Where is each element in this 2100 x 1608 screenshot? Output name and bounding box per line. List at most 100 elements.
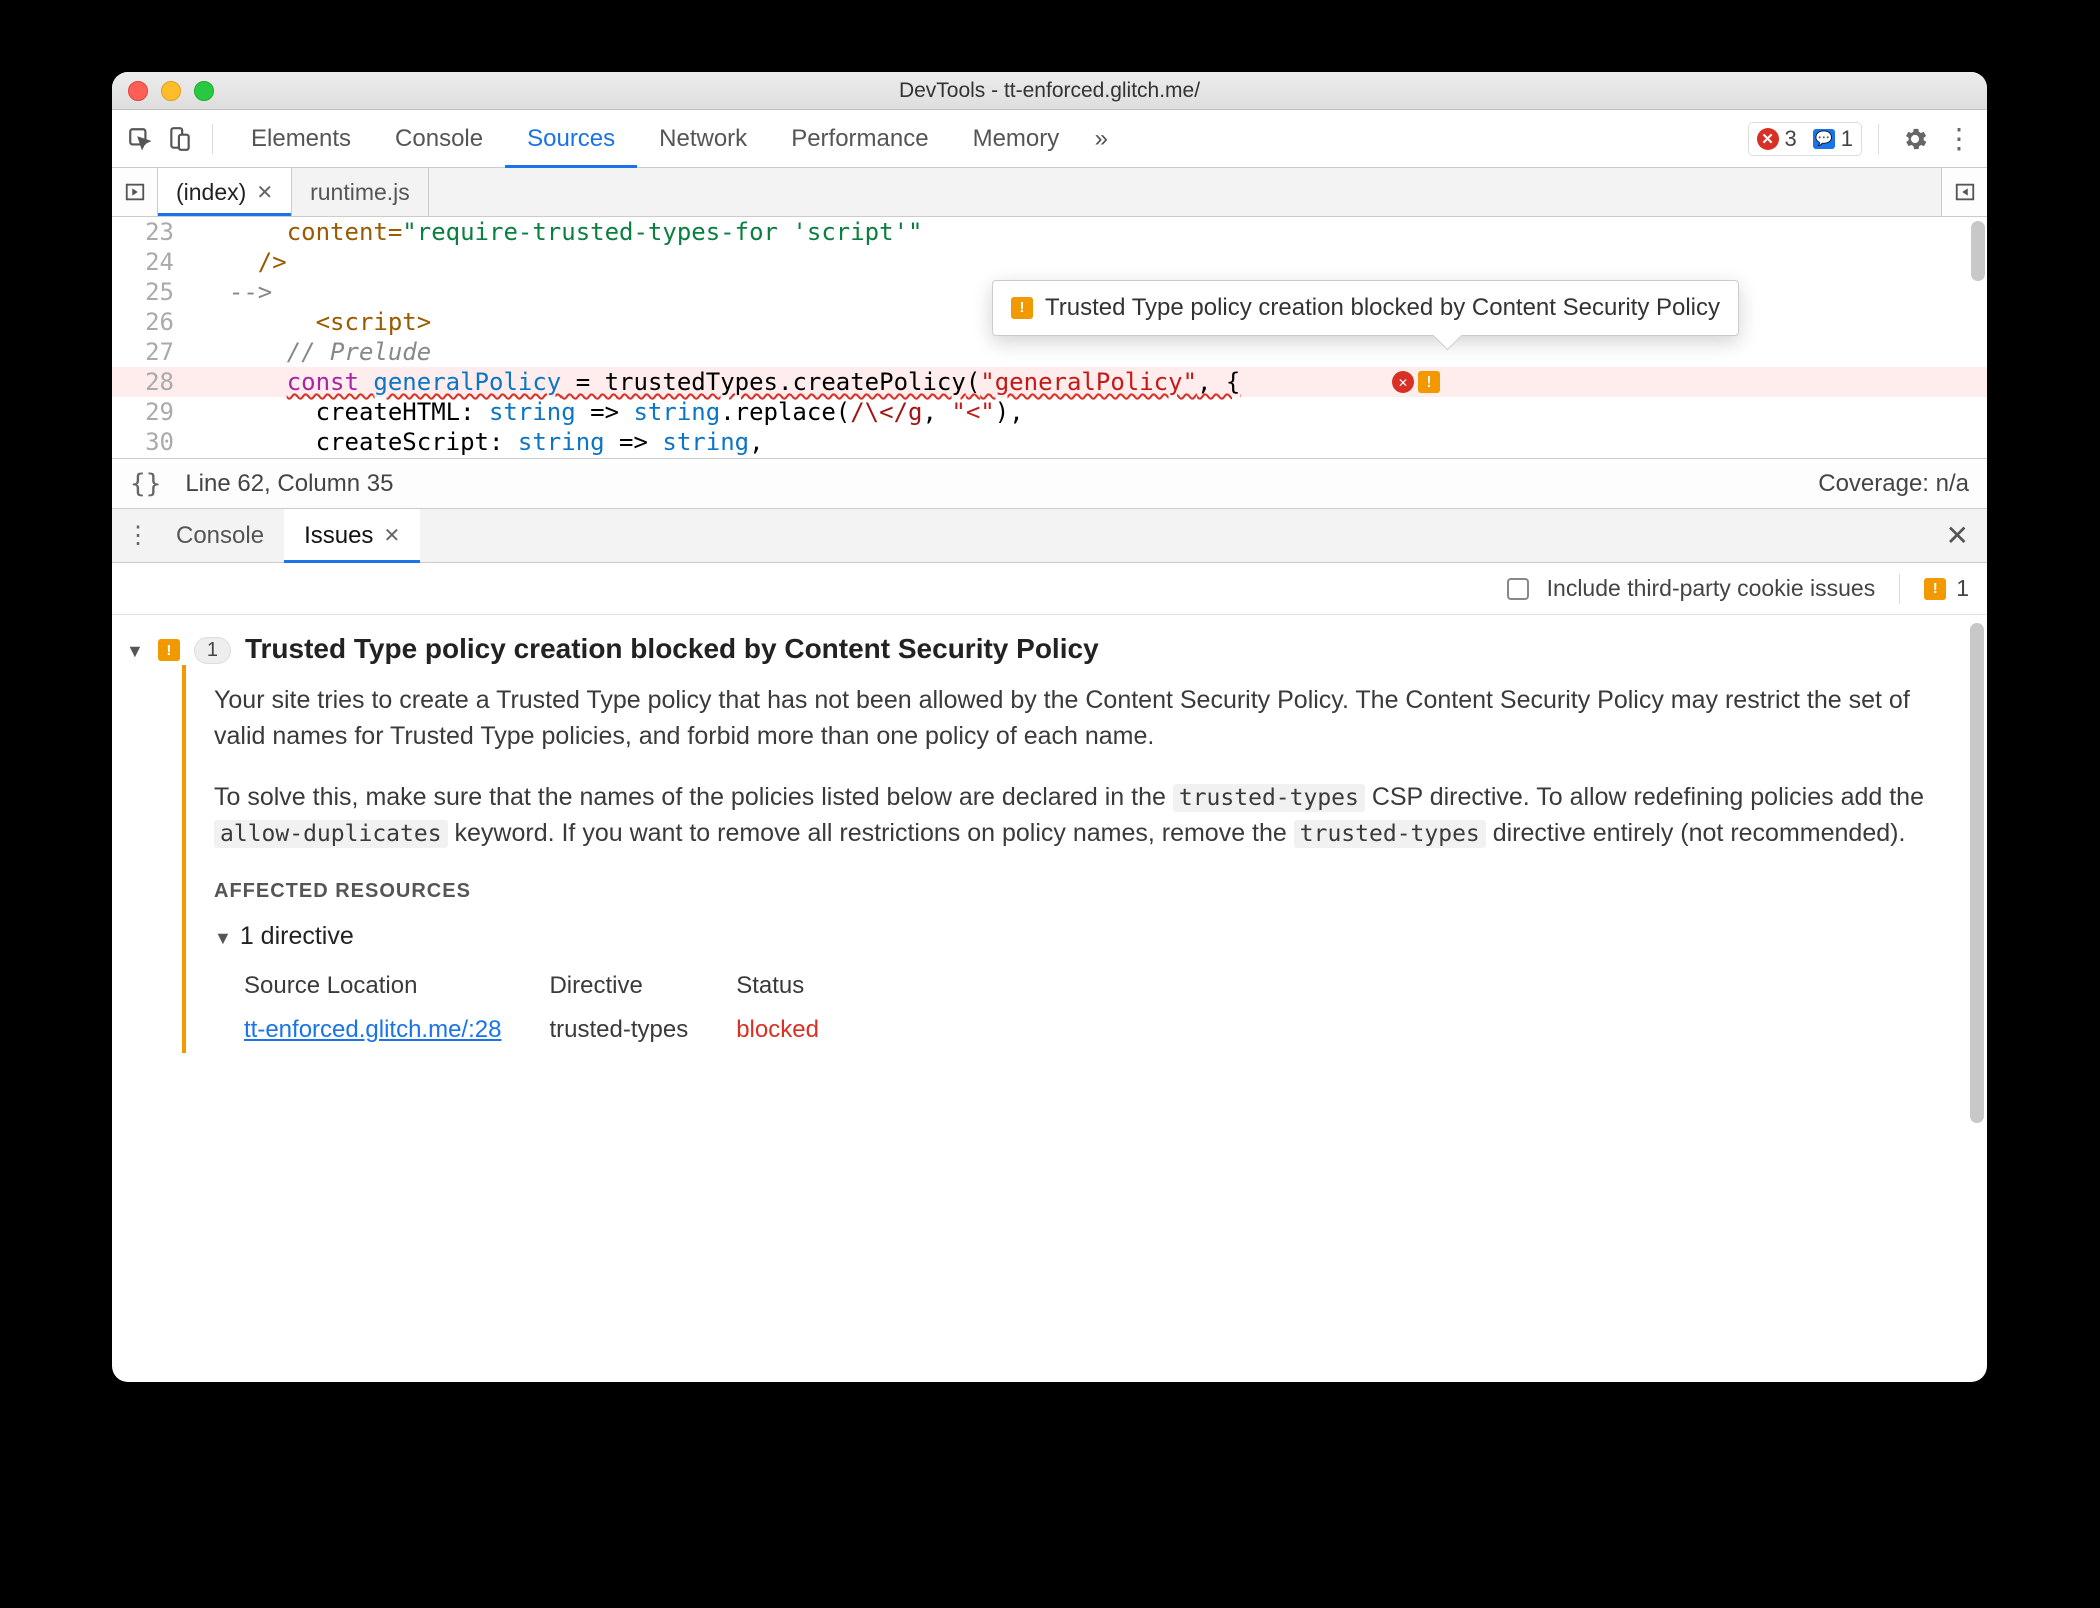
tooltip-text: Trusted Type policy creation blocked by … bbox=[1045, 293, 1720, 323]
more-options-icon[interactable]: ⋮ bbox=[1939, 119, 1979, 159]
drawer-tab-label: Issues bbox=[304, 522, 373, 550]
drawer-tab-label: Console bbox=[176, 522, 264, 550]
issue-header-row[interactable]: ▼ ! 1 Trusted Type policy creation block… bbox=[126, 633, 1965, 665]
drawer-tab-issues[interactable]: Issues ✕ bbox=[284, 509, 420, 563]
line-number[interactable]: 25 bbox=[112, 277, 184, 307]
message-count: 1 bbox=[1841, 126, 1853, 152]
line-number[interactable]: 29 bbox=[112, 397, 184, 427]
tab-performance[interactable]: Performance bbox=[769, 110, 950, 168]
issues-scrollbar-thumb[interactable] bbox=[1970, 623, 1984, 1123]
code-snippet: allow-duplicates bbox=[214, 820, 448, 848]
error-icon[interactable]: ✕ bbox=[1392, 371, 1414, 393]
status-cell: blocked bbox=[736, 1013, 865, 1047]
line-number[interactable]: 27 bbox=[112, 337, 184, 367]
main-toolbar: Elements Console Sources Network Perform… bbox=[112, 110, 1987, 168]
show-navigator-icon[interactable] bbox=[112, 168, 158, 216]
issue-paragraph: Your site tries to create a Trusted Type… bbox=[214, 683, 1945, 754]
warning-icon: ! bbox=[1924, 578, 1946, 600]
source-editor[interactable]: 23 content="require-trusted-types-for 's… bbox=[112, 217, 1987, 459]
coverage-status: Coverage: n/a bbox=[1818, 470, 1969, 498]
console-status-badges[interactable]: ✕ 3 💬 1 bbox=[1748, 122, 1863, 156]
separator bbox=[1899, 574, 1900, 604]
tab-sources[interactable]: Sources bbox=[505, 110, 637, 168]
file-tabs: (index) ✕ runtime.js bbox=[158, 168, 429, 216]
third-party-cookies-checkbox[interactable] bbox=[1507, 578, 1529, 600]
error-icon: ✕ bbox=[1757, 128, 1779, 150]
error-count: 3 bbox=[1785, 126, 1797, 152]
close-window-button[interactable] bbox=[128, 81, 148, 101]
drawer-tab-console[interactable]: Console bbox=[156, 509, 284, 563]
devtools-window: DevTools - tt-enforced.glitch.me/ Elemen… bbox=[112, 72, 1987, 1382]
file-tab-label: (index) bbox=[176, 179, 246, 206]
tab-console[interactable]: Console bbox=[373, 110, 505, 168]
pretty-print-icon[interactable]: {} bbox=[130, 469, 161, 499]
show-debugger-icon[interactable] bbox=[1941, 168, 1987, 216]
more-tabs-button[interactable]: » bbox=[1081, 125, 1121, 153]
issue-title: Trusted Type policy creation blocked by … bbox=[245, 633, 1099, 665]
titlebar: DevTools - tt-enforced.glitch.me/ bbox=[112, 72, 1987, 110]
warning-icon: ! bbox=[158, 639, 180, 661]
warning-icon[interactable]: ! bbox=[1418, 371, 1440, 393]
code-line[interactable]: createHTML: string => string.replace(/\<… bbox=[184, 397, 1987, 427]
line-number[interactable]: 23 bbox=[112, 217, 184, 247]
col-status: Status bbox=[736, 969, 865, 1011]
affected-resources-table: Source Location Directive Status tt-enfo… bbox=[242, 967, 867, 1049]
tab-memory[interactable]: Memory bbox=[951, 110, 1082, 168]
message-icon: 💬 bbox=[1813, 129, 1835, 149]
code-line[interactable]: const generalPolicy = trustedTypes.creat… bbox=[184, 367, 1987, 397]
code-line[interactable]: content="require-trusted-types-for 'scri… bbox=[184, 217, 1987, 247]
code-snippet: trusted-types bbox=[1294, 820, 1486, 848]
file-tab-label: runtime.js bbox=[310, 179, 410, 206]
cursor-position: Line 62, Column 35 bbox=[185, 470, 393, 498]
file-tab-index[interactable]: (index) ✕ bbox=[158, 168, 292, 216]
toolbar-right: ✕ 3 💬 1 ⋮ bbox=[1748, 119, 1980, 159]
panel-tabs: Elements Console Sources Network Perform… bbox=[229, 110, 1121, 168]
code-snippet: trusted-types bbox=[1173, 784, 1365, 812]
zoom-window-button[interactable] bbox=[194, 81, 214, 101]
table-row: tt-enforced.glitch.me/:28 trusted-types … bbox=[244, 1013, 865, 1047]
source-file-bar: (index) ✕ runtime.js bbox=[112, 168, 1987, 217]
file-tab-runtime[interactable]: runtime.js bbox=[292, 168, 429, 216]
drawer-more-icon[interactable]: ⋮ bbox=[120, 521, 156, 550]
traffic-lights bbox=[128, 81, 214, 101]
line-number[interactable]: 24 bbox=[112, 247, 184, 277]
line-number[interactable]: 28 bbox=[112, 367, 184, 397]
line-number[interactable]: 30 bbox=[112, 427, 184, 457]
affected-resources-heading: AFFECTED RESOURCES bbox=[214, 877, 1945, 905]
toolbar-separator bbox=[212, 124, 213, 154]
issue-detail: Your site tries to create a Trusted Type… bbox=[182, 665, 1965, 1053]
col-source-location: Source Location bbox=[244, 969, 547, 1011]
line-number[interactable]: 26 bbox=[112, 307, 184, 337]
code-line[interactable]: /> bbox=[184, 247, 1987, 277]
close-drawer-icon[interactable]: ✕ bbox=[1936, 519, 1979, 552]
issue-count-pill: 1 bbox=[194, 637, 231, 664]
issues-panel[interactable]: ▼ ! 1 Trusted Type policy creation block… bbox=[112, 615, 1987, 1382]
issues-summary-badge[interactable]: ! 1 bbox=[1924, 575, 1969, 602]
code-line[interactable]: createScript: string => string, bbox=[184, 427, 1987, 457]
drawer-tabbar: ⋮ Console Issues ✕ ✕ bbox=[112, 509, 1987, 563]
toolbar-separator bbox=[1878, 124, 1879, 154]
expand-arrow-icon[interactable]: ▼ bbox=[214, 928, 232, 948]
window-title: DevTools - tt-enforced.glitch.me/ bbox=[112, 79, 1987, 103]
minimize-window-button[interactable] bbox=[161, 81, 181, 101]
issue-paragraph: To solve this, make sure that the names … bbox=[214, 780, 1945, 851]
table-header-row: Source Location Directive Status bbox=[244, 969, 865, 1011]
issues-count: 1 bbox=[1956, 575, 1969, 602]
settings-gear-icon[interactable] bbox=[1895, 119, 1935, 159]
code-line[interactable]: // Prelude bbox=[184, 337, 1987, 367]
tab-elements[interactable]: Elements bbox=[229, 110, 373, 168]
editor-statusbar: {} Line 62, Column 35 Coverage: n/a bbox=[112, 459, 1987, 509]
device-toolbar-icon[interactable] bbox=[160, 119, 200, 159]
close-tab-icon[interactable]: ✕ bbox=[383, 523, 400, 548]
inspect-element-icon[interactable] bbox=[120, 119, 160, 159]
tab-network[interactable]: Network bbox=[637, 110, 769, 168]
issue-tooltip: ! Trusted Type policy creation blocked b… bbox=[992, 280, 1739, 336]
warning-icon: ! bbox=[1011, 297, 1033, 319]
col-directive: Directive bbox=[549, 969, 734, 1011]
close-tab-icon[interactable]: ✕ bbox=[256, 180, 273, 205]
affected-subheading[interactable]: ▼1 directive bbox=[214, 919, 1945, 955]
filter-label: Include third-party cookie issues bbox=[1547, 575, 1876, 602]
directive-cell: trusted-types bbox=[549, 1013, 734, 1047]
expand-arrow-icon[interactable]: ▼ bbox=[126, 641, 144, 662]
source-location-link[interactable]: tt-enforced.glitch.me/:28 bbox=[244, 1016, 501, 1043]
